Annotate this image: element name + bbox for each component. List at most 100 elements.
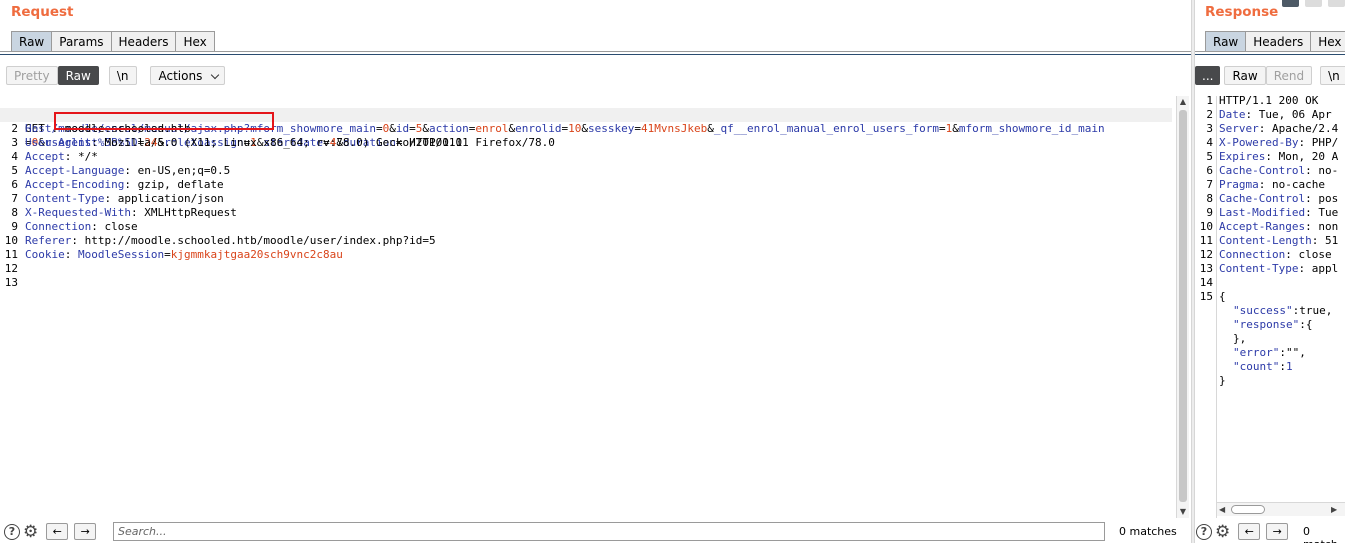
gear-icon[interactable]: ⚙ bbox=[23, 523, 38, 540]
json-value: :true, bbox=[1292, 304, 1333, 317]
response-toolbar: ... Raw Rend \n bbox=[1195, 66, 1345, 85]
actions-label: Actions bbox=[158, 69, 203, 83]
raw-button[interactable]: Raw bbox=[1224, 66, 1266, 85]
header-value: : no- bbox=[1305, 164, 1339, 177]
match-count: 0 matches bbox=[1119, 525, 1177, 538]
header-value: : Apache/2.4 bbox=[1258, 122, 1339, 135]
tab-hex[interactable]: Hex bbox=[1310, 31, 1345, 51]
help-icon[interactable]: ? bbox=[1196, 523, 1212, 540]
scroll-thumb[interactable] bbox=[1179, 110, 1187, 502]
request-toolbar: Pretty Raw \n Actions bbox=[6, 66, 226, 85]
newline-toggle-button[interactable]: \n bbox=[108, 66, 137, 85]
next-match-button[interactable]: → bbox=[74, 523, 97, 540]
more-options-button[interactable]: ... bbox=[1195, 66, 1221, 85]
tab-params[interactable]: Params bbox=[51, 31, 112, 51]
tab-divider-accent bbox=[1195, 54, 1345, 55]
actions-dropdown[interactable]: Actions bbox=[149, 66, 226, 85]
render-button[interactable]: Rend bbox=[1265, 66, 1313, 85]
line-number: 7 bbox=[1206, 178, 1213, 191]
line-number: 8 bbox=[1206, 192, 1213, 205]
search-input[interactable]: Search... bbox=[113, 522, 1105, 541]
scroll-up-icon[interactable]: ▲ bbox=[1177, 96, 1189, 108]
tab-headers[interactable]: Headers bbox=[110, 31, 177, 51]
line-number: 6 bbox=[11, 178, 18, 191]
code-line: 13 bbox=[0, 276, 1172, 290]
header-value: : Mozilla/5.0 (X11; Linux x86_64; rv:78.… bbox=[91, 136, 555, 149]
scroll-thumb[interactable] bbox=[1231, 505, 1265, 514]
request-title: Request bbox=[11, 4, 74, 20]
line-number: 10 bbox=[4, 234, 18, 247]
status-line: HTTP/1.1 200 OK bbox=[1219, 94, 1319, 107]
header-name: Accept-Ranges bbox=[1219, 220, 1306, 233]
header-name: Expires bbox=[1219, 150, 1266, 163]
code-line: 4 Accept: */* bbox=[0, 150, 1172, 164]
request-search-bar: ? ⚙ ← → Search... 0 matches bbox=[0, 520, 1191, 543]
json-value: :{ bbox=[1299, 318, 1313, 331]
header-name: Last-Modified bbox=[1219, 206, 1306, 219]
request-scrollbar[interactable]: ▲ ▼ bbox=[1176, 96, 1189, 518]
header-name: Connection bbox=[25, 220, 92, 233]
previous-match-button[interactable]: ← bbox=[1238, 523, 1261, 540]
line-number: 3 bbox=[1206, 122, 1213, 135]
tab-headers[interactable]: Headers bbox=[1245, 31, 1312, 51]
horizontal-view-icon[interactable] bbox=[1305, 0, 1322, 7]
code-line: 11 Cookie: MoodleSession=kjgmmkajtgaa20sc… bbox=[0, 248, 1172, 262]
cookie-value: kjgmmkajtgaa20sch9vnc2c8au bbox=[170, 248, 343, 261]
split-view-icon[interactable] bbox=[1282, 0, 1299, 7]
response-search-bar: ? ⚙ ← → 0 match bbox=[1195, 520, 1345, 543]
json-open-brace: { bbox=[1219, 290, 1226, 303]
header-value: : */* bbox=[64, 150, 98, 163]
line-number: 14 bbox=[1199, 276, 1213, 289]
header-name: Content-Type bbox=[1219, 262, 1299, 275]
help-icon[interactable]: ? bbox=[4, 523, 20, 540]
header-name: X-Powered-By bbox=[1219, 136, 1299, 149]
header-name: User-Agent bbox=[25, 136, 92, 149]
horizontal-scrollbar[interactable]: ◀ ▶ bbox=[1217, 502, 1345, 516]
header-name: Connection bbox=[1219, 248, 1286, 261]
tab-divider bbox=[0, 51, 1191, 52]
newline-toggle-button[interactable]: \n bbox=[1320, 66, 1345, 85]
code-line: 8 X-Requested-With: XMLHttpRequest bbox=[0, 206, 1172, 220]
tab-divider bbox=[1195, 51, 1345, 52]
scroll-right-icon[interactable]: ▶ bbox=[1331, 503, 1337, 516]
json-value: :"", bbox=[1279, 346, 1306, 359]
response-pane: Response Raw Headers Hex ... Raw Rend \n… bbox=[1195, 0, 1345, 543]
header-value: : close bbox=[1285, 248, 1332, 261]
tab-raw[interactable]: Raw bbox=[1205, 31, 1247, 51]
response-title: Response bbox=[1205, 4, 1279, 20]
header-name: Host bbox=[25, 122, 52, 135]
line-number: 4 bbox=[11, 150, 18, 163]
json-value: 1 bbox=[1285, 360, 1293, 373]
header-value: : non bbox=[1305, 220, 1339, 233]
line-number: 13 bbox=[1199, 262, 1213, 275]
code-line: 5 Accept-Language: en-US,en;q=0.5 bbox=[0, 164, 1172, 178]
tab-hex[interactable]: Hex bbox=[175, 31, 215, 51]
line-number: 11 bbox=[4, 248, 18, 261]
response-tabs: Raw Headers Hex bbox=[1205, 31, 1345, 51]
scroll-left-icon[interactable]: ◀ bbox=[1219, 503, 1225, 516]
code-line: 1 GET /moodle/enrol/manual/ajax.php?mfor… bbox=[0, 94, 1172, 135]
header-value: : appl bbox=[1298, 262, 1339, 275]
header-name: Accept bbox=[25, 150, 65, 163]
code-line: 6 Accept-Encoding: gzip, deflate bbox=[0, 178, 1172, 192]
raw-button[interactable]: Raw bbox=[57, 66, 99, 85]
pretty-button[interactable]: Pretty bbox=[6, 66, 58, 85]
line-number: 12 bbox=[4, 262, 18, 275]
line-number: 6 bbox=[1206, 164, 1213, 177]
gear-icon[interactable]: ⚙ bbox=[1215, 523, 1230, 540]
header-name: Cache-Control bbox=[1219, 192, 1306, 205]
header-name: Content-Length bbox=[1219, 234, 1312, 247]
vertical-view-icon[interactable] bbox=[1328, 0, 1345, 7]
line-number: 11 bbox=[1199, 234, 1213, 247]
next-match-button[interactable]: → bbox=[1266, 523, 1289, 540]
scroll-down-icon[interactable]: ▼ bbox=[1177, 506, 1189, 518]
header-value: : PHP/ bbox=[1298, 136, 1339, 149]
json-close: }, bbox=[1233, 332, 1247, 345]
tab-raw[interactable]: Raw bbox=[11, 31, 53, 51]
cookie-name: MoodleSession bbox=[78, 248, 165, 261]
previous-match-button[interactable]: ← bbox=[46, 523, 69, 540]
header-name: Referer bbox=[25, 234, 72, 247]
header-value: : application/json bbox=[104, 192, 224, 205]
chevron-down-icon bbox=[210, 70, 220, 80]
header-name: Cookie bbox=[25, 248, 65, 261]
